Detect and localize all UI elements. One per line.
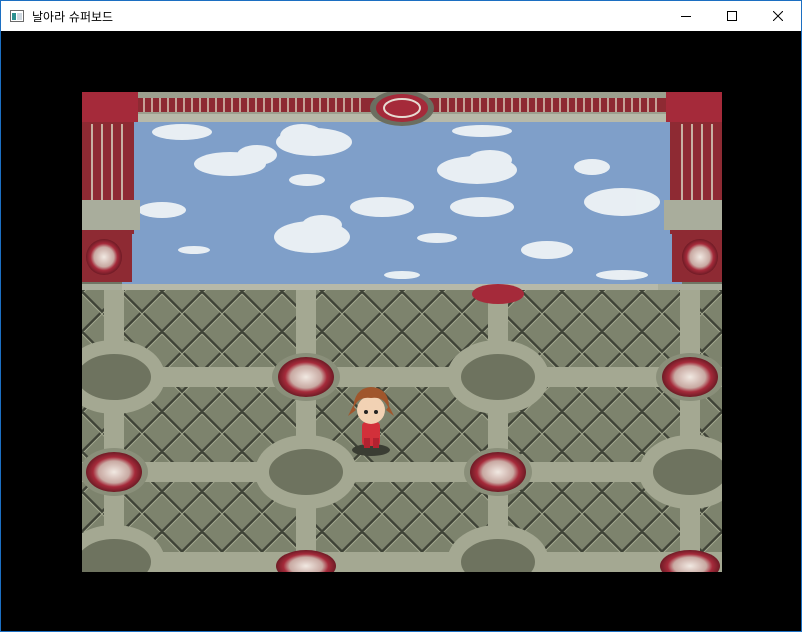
title-bar[interactable]: 날아라 슈퍼보드 [1,1,801,31]
app-icon [10,10,24,22]
game-viewport[interactable] [82,92,722,572]
close-icon [773,11,783,21]
game-window: 날아라 슈퍼보드 [0,0,802,632]
game-scene [82,92,722,572]
floor [82,290,722,572]
window-controls [663,1,801,31]
window-title: 날아라 슈퍼보드 [32,9,114,24]
minimize-icon [681,16,691,17]
maximize-button[interactable] [709,1,755,31]
maximize-icon [727,11,737,21]
minimize-button[interactable] [663,1,709,31]
close-button[interactable] [755,1,801,31]
